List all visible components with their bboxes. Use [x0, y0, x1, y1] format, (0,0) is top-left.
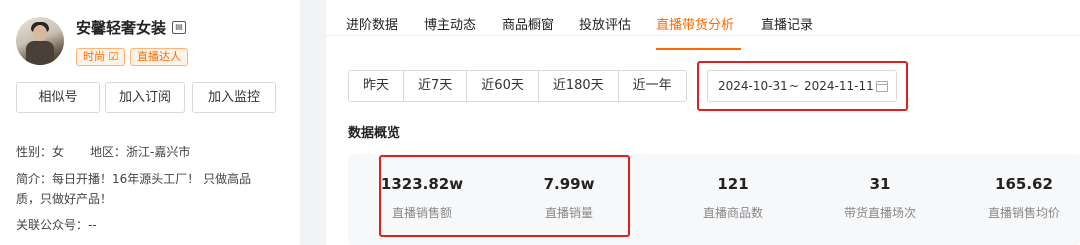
tab-live-records[interactable]: 直播记录: [761, 14, 813, 33]
region-info: 地区：浙江-嘉兴市: [90, 145, 191, 159]
gender-info: 性别：女: [16, 145, 65, 159]
tag-live-expert: 直播达人: [130, 48, 188, 66]
tab-ad-evaluation[interactable]: 投放评估: [579, 14, 631, 33]
range-1-year[interactable]: 近一年: [619, 71, 686, 101]
tab-divider: [326, 35, 1080, 36]
stat-label: 直播商品数: [702, 206, 763, 220]
stat-label: 带货直播场次: [843, 206, 916, 220]
range-60-days[interactable]: 近60天: [467, 71, 539, 101]
tab-advanced-data[interactable]: 进阶数据: [346, 14, 398, 33]
stat-label: 直播销售均价: [987, 206, 1060, 220]
active-tab-indicator: [656, 48, 741, 50]
section-title: 数据概览: [348, 126, 401, 141]
tab-blogger-dynamics[interactable]: 博主动态: [424, 14, 476, 33]
stats-highlight-box: [379, 155, 630, 237]
stat-value: 165.62: [995, 175, 1053, 193]
tab-product-window[interactable]: 商品橱窗: [502, 14, 554, 33]
stat-value: 31: [869, 175, 891, 193]
shop-name: 安馨轻奢女装: [76, 19, 167, 37]
intro-text: 简介：每日开播！16年源头工厂！ 只做高品质，只做好产品！: [16, 172, 252, 206]
tag-fashion: 时尚 ☑: [76, 48, 126, 66]
avatar[interactable]: [16, 17, 64, 65]
range-180-days[interactable]: 近180天: [539, 71, 619, 101]
range-yesterday[interactable]: 昨天: [349, 71, 405, 101]
stat-card-avg-price: 165.62 直播销售均价: [954, 154, 1080, 245]
tab-live-sales-analysis[interactable]: 直播带货分析: [656, 14, 734, 33]
date-highlight-box: [697, 61, 908, 111]
stat-card-live-sessions: 31 带货直播场次: [810, 154, 950, 245]
range-7-days[interactable]: 近7天: [404, 71, 468, 101]
monitor-button[interactable]: 加入监控: [192, 82, 276, 113]
verified-badge-icon: ▤: [172, 21, 186, 34]
profile-panel: 安馨轻奢女装 ▤ 时尚 ☑ 直播达人 相似号 加入订阅 加入监控 性别：女 地区…: [0, 0, 300, 245]
main-panel: 进阶数据 博主动态 商品橱窗 投放评估 直播带货分析 直播记录 昨天 近7天 近…: [326, 0, 1080, 245]
similar-accounts-button[interactable]: 相似号: [16, 82, 100, 113]
stat-card-product-count: 121 直播商品数: [663, 154, 803, 245]
stat-value: 121: [717, 175, 749, 193]
wechat-account-info: 关联公众号：--: [16, 218, 97, 232]
subscribe-button[interactable]: 加入订阅: [105, 82, 185, 113]
date-range-quick-select: 昨天 近7天 近60天 近180天 近一年: [348, 70, 687, 102]
